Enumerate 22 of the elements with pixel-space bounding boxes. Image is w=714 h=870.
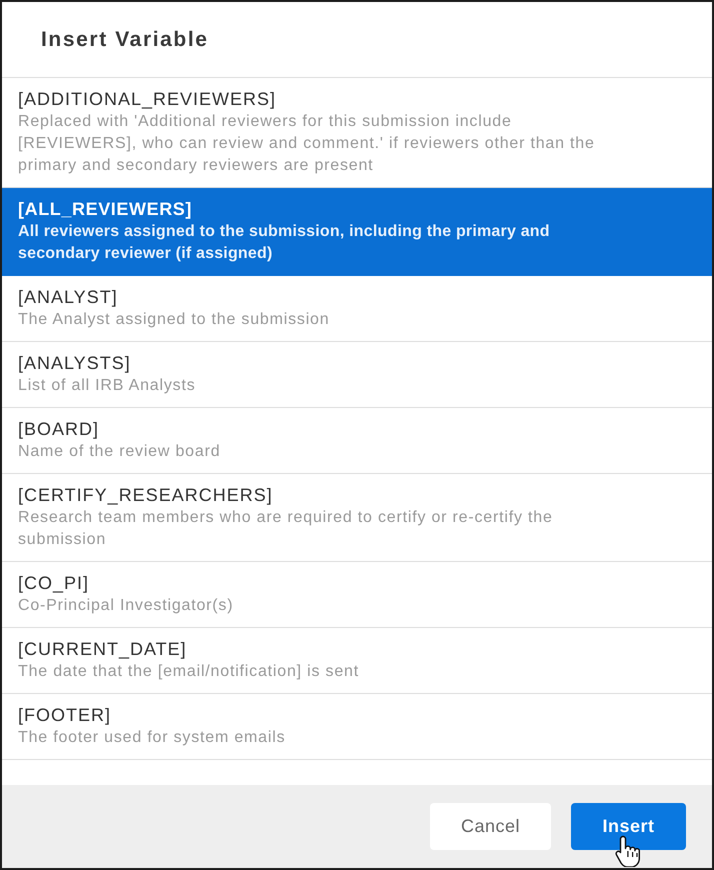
variable-description: The footer used for system emails — [18, 728, 286, 748]
variable-description: Research team members who are required to certify or re-certify the submission — [18, 508, 554, 550]
variable-name: [FOOTER] — [18, 704, 112, 727]
variable-name: [ALL_REVIEWERS] — [18, 198, 194, 221]
variable-description: Replaced with 'Additional reviewers for this submission include [REVIEWERS], who can review and comment.' if reviewers other than the primary and secondary reviewers are present — [18, 112, 596, 176]
variable-list-item[interactable]: [ALL_REVIEWERS] All reviewers assigned to the submission, including the primary and secondary reviewer (if assigned) — [2, 188, 712, 276]
variable-description: Co-Principal Investigator(s) — [18, 596, 234, 616]
variable-description: List of all IRB Analysts — [18, 376, 196, 396]
dialog-title: Insert Variable — [41, 26, 209, 53]
variable-name: [ANALYST] — [18, 286, 119, 309]
variable-name: [CO_PI] — [18, 572, 90, 595]
variable-description: The Analyst assigned to the submission — [18, 310, 330, 330]
variable-description: Name of the review board — [18, 442, 222, 462]
variable-description: The date that the [email/notification] is sent — [18, 662, 360, 682]
cancel-button[interactable]: Cancel — [430, 803, 551, 850]
variable-name: [CERTIFY_RESEARCHERS] — [18, 484, 274, 507]
variable-name: [ADDITIONAL_REVIEWERS] — [18, 88, 278, 111]
variable-name: [BOARD] — [18, 418, 100, 441]
variable-name: [ANALYSTS] — [18, 352, 132, 375]
insert-button[interactable]: Insert — [571, 803, 686, 850]
variable-name: [CURRENT_DATE] — [18, 638, 188, 661]
variable-description: All reviewers assigned to the submission, including the primary and secondary reviewer (if assigned) — [18, 222, 551, 264]
